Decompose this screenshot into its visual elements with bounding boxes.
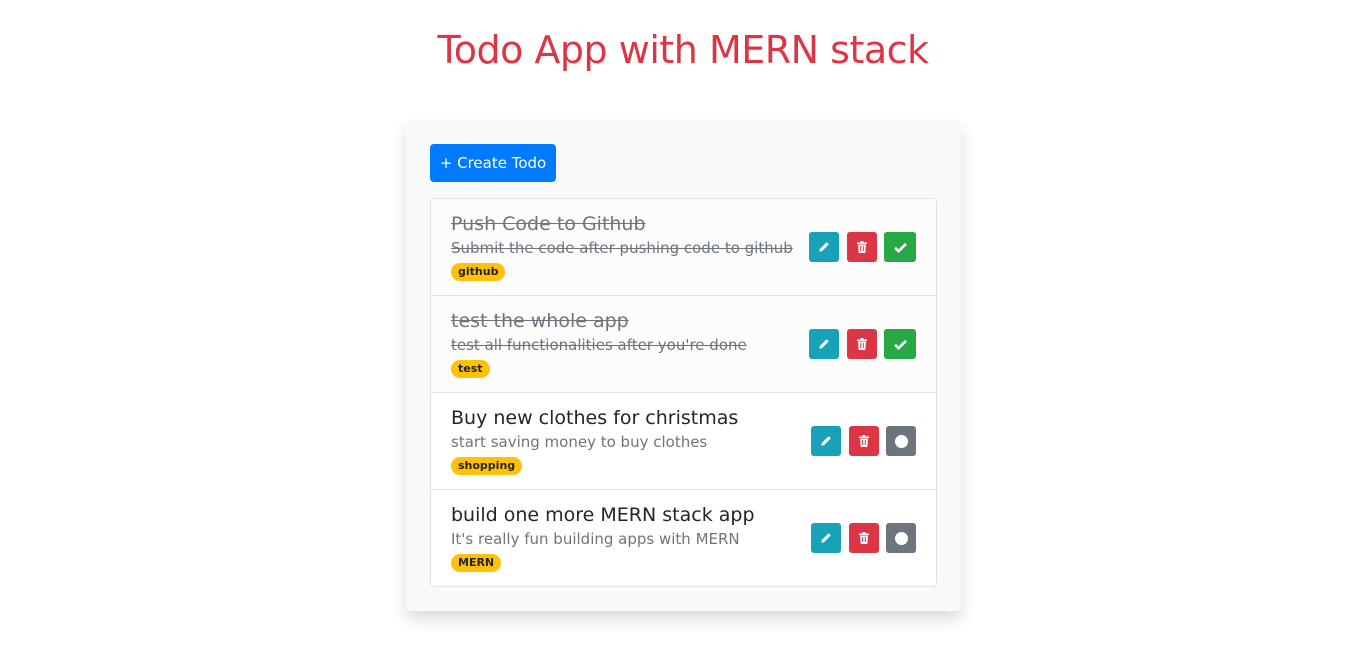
todo-item: build one more MERN stack app It's reall…: [431, 490, 936, 586]
circle-icon: [894, 434, 908, 448]
todo-actions: [809, 329, 916, 359]
todo-title: Buy new clothes for christmas: [451, 407, 739, 429]
create-todo-button[interactable]: + Create Todo: [430, 144, 556, 182]
todo-title: test the whole app: [451, 310, 629, 332]
todo-tag-badge: MERN: [451, 554, 502, 572]
todo-description: Submit the code after pushing code to gi…: [451, 239, 793, 257]
edit-button[interactable]: [809, 329, 839, 359]
complete-toggle-button[interactable]: [886, 426, 916, 456]
todo-card: + Create Todo Push Code to Github Submit…: [406, 122, 961, 611]
edit-button[interactable]: [811, 426, 841, 456]
todo-list: Push Code to Github Submit the code afte…: [430, 198, 937, 587]
todo-description: It's really fun building apps with MERN: [451, 530, 740, 548]
todo-actions: [811, 523, 916, 553]
delete-button[interactable]: [849, 523, 879, 553]
trash-icon: [859, 532, 869, 544]
trash-icon: [857, 338, 867, 350]
todo-actions: [809, 232, 916, 262]
todo-actions: [811, 426, 916, 456]
pencil-icon: [818, 338, 830, 350]
trash-icon: [857, 241, 867, 253]
edit-button[interactable]: [809, 232, 839, 262]
trash-icon: [859, 435, 869, 447]
pencil-icon: [818, 241, 830, 253]
check-icon: [893, 339, 907, 350]
todo-description: test all functionalities after you're do…: [451, 336, 747, 354]
delete-button[interactable]: [847, 329, 877, 359]
todo-title: Push Code to Github: [451, 213, 646, 235]
pencil-icon: [820, 435, 832, 447]
todo-tag-badge: github: [451, 263, 506, 281]
complete-toggle-button[interactable]: [884, 329, 916, 359]
todo-item: Buy new clothes for christmas start savi…: [431, 393, 936, 490]
edit-button[interactable]: [811, 523, 841, 553]
todo-item: Push Code to Github Submit the code afte…: [431, 199, 936, 296]
todo-title: build one more MERN stack app: [451, 504, 755, 526]
delete-button[interactable]: [847, 232, 877, 262]
todo-description: start saving money to buy clothes: [451, 433, 708, 451]
todo-item: test the whole app test all functionalit…: [431, 296, 936, 393]
pencil-icon: [820, 532, 832, 544]
delete-button[interactable]: [849, 426, 879, 456]
complete-toggle-button[interactable]: [884, 232, 916, 262]
complete-toggle-button[interactable]: [886, 523, 916, 553]
check-icon: [893, 242, 907, 253]
circle-icon: [894, 531, 908, 545]
todo-tag-badge: shopping: [451, 457, 523, 475]
todo-tag-badge: test: [451, 360, 490, 378]
page-title: Todo App with MERN stack: [437, 28, 929, 72]
